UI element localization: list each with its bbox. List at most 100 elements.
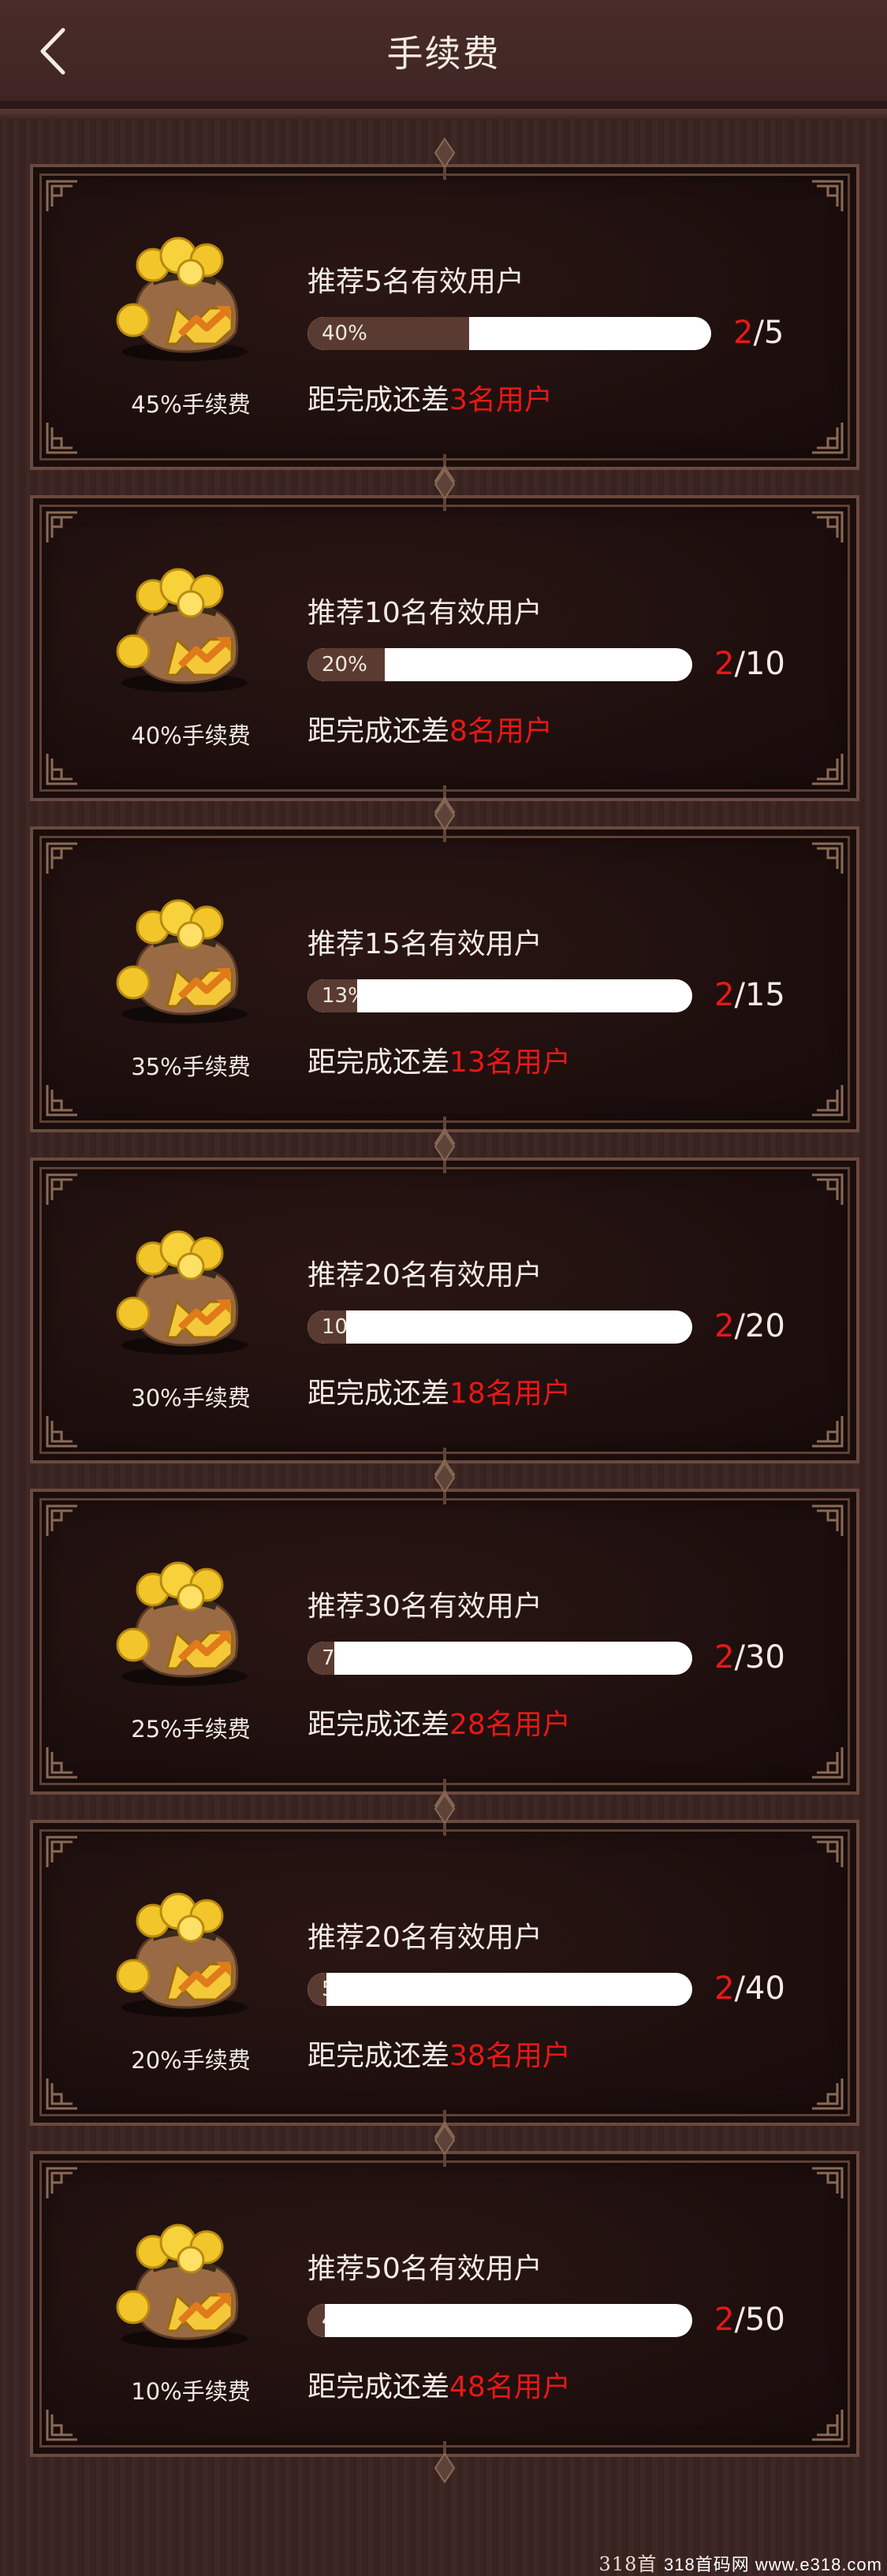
corner-ornament-icon xyxy=(809,509,845,546)
progress-row: 40% 2/5 xyxy=(307,312,812,352)
remaining-highlight: 13名用户 xyxy=(449,1046,571,1079)
corner-ornament-icon xyxy=(44,1413,80,1449)
corner-ornament-icon xyxy=(44,751,80,787)
remaining-text: 距完成还差3名用户 xyxy=(307,377,553,418)
progress-count: 2/10 xyxy=(714,643,785,684)
progress-row: 20% 2/10 xyxy=(307,643,812,683)
fee-rate-label: 10%手续费 xyxy=(131,2378,251,2405)
task-title: 推荐15名有效用户 xyxy=(307,928,542,960)
progress-bar-track: 5% xyxy=(307,1973,692,2006)
page-title: 手续费 xyxy=(386,32,501,75)
progress-bar-track: 20% xyxy=(307,648,692,681)
corner-ornament-icon xyxy=(809,1834,845,1870)
progress-row: 10% 2/20 xyxy=(307,1306,812,1345)
remaining-text: 距完成还差13名用户 xyxy=(307,1039,571,1080)
corner-ornament-icon xyxy=(809,841,845,877)
watermark-url: 318首码网 www.e318.com xyxy=(664,2555,882,2574)
corner-ornament-icon xyxy=(809,178,845,214)
task-title: 推荐5名有效用户 xyxy=(307,266,524,298)
ornament-diamond-icon xyxy=(433,2440,457,2484)
fee-rate-label: 20%手续费 xyxy=(131,2047,251,2074)
remaining-prefix: 距完成还差 xyxy=(307,715,450,747)
ornament-diamond-icon xyxy=(433,468,457,513)
remaining-text: 距完成还差18名用户 xyxy=(307,1370,571,1411)
done-count: 2 xyxy=(714,2302,735,2338)
total-count: /15 xyxy=(734,977,785,1013)
fee-rate-label: 45%手续费 xyxy=(131,391,251,418)
done-count: 2 xyxy=(714,1308,735,1344)
remaining-text: 距完成还差8名用户 xyxy=(307,708,553,749)
progress-bar-fill: 20% xyxy=(307,648,385,681)
total-count: /30 xyxy=(734,1639,785,1676)
remaining-prefix: 距完成还差 xyxy=(307,2040,450,2072)
app-header: 手续费 xyxy=(0,0,887,120)
total-count: /10 xyxy=(734,646,785,682)
reward-tier-card: 25%手续费 推荐30名有效用户 7% 2/30 距完成还差28名用户 xyxy=(30,1462,859,1821)
done-count: 2 xyxy=(714,646,735,682)
task-title: 推荐20名有效用户 xyxy=(307,1922,542,1954)
gold-coin-bag-icon xyxy=(106,1558,263,1692)
gold-coin-bag-icon xyxy=(106,233,263,367)
watermark-text: 318首 xyxy=(598,2553,658,2575)
corner-ornament-icon xyxy=(809,751,845,787)
remaining-highlight: 28名用户 xyxy=(449,1709,571,1741)
remaining-text: 距完成还差38名用户 xyxy=(307,2033,571,2074)
corner-ornament-icon xyxy=(809,2406,845,2443)
fee-rate-label: 25%手续费 xyxy=(131,1716,251,1743)
remaining-prefix: 距完成还差 xyxy=(307,384,450,416)
reward-tier-card: 35%手续费 推荐15名有效用户 13% 2/15 距完成还差13名用户 xyxy=(30,800,859,1159)
remaining-highlight: 18名用户 xyxy=(449,1377,571,1410)
done-count: 2 xyxy=(714,1639,735,1676)
ornament-diamond-icon xyxy=(433,1462,457,1506)
progress-row: 13% 2/15 xyxy=(307,975,812,1014)
total-count: /20 xyxy=(734,1308,785,1344)
remaining-highlight: 38名用户 xyxy=(449,2040,571,2072)
gold-coin-bag-icon xyxy=(106,1889,263,2023)
progress-count: 2/20 xyxy=(714,1306,785,1347)
reward-tier-card: 45%手续费 推荐5名有效用户 40% 2/5 距完成还差3名用户 xyxy=(30,137,859,497)
progress-bar-fill: 4% xyxy=(307,2304,325,2337)
corner-ornament-icon xyxy=(809,1172,845,1208)
ornament-diamond-icon xyxy=(433,2124,457,2168)
progress-count: 2/50 xyxy=(714,2299,785,2340)
fee-rate-label: 30%手续费 xyxy=(131,1385,251,1411)
corner-ornament-icon xyxy=(809,1413,845,1449)
progress-bar-track: 7% xyxy=(307,1642,692,1675)
corner-ornament-icon xyxy=(44,509,80,546)
progress-bar-fill: 40% xyxy=(307,317,469,350)
done-count: 2 xyxy=(733,315,754,351)
fee-rate-label: 40%手续费 xyxy=(131,722,251,749)
remaining-highlight: 3名用户 xyxy=(449,384,553,416)
gold-coin-bag-icon xyxy=(106,2220,263,2354)
progress-bar-track: 13% xyxy=(307,979,692,1012)
corner-ornament-icon xyxy=(809,1744,845,1780)
corner-ornament-icon xyxy=(809,1082,845,1118)
ornament-diamond-icon xyxy=(433,1793,457,1837)
gold-coin-bag-icon xyxy=(106,896,263,1030)
total-count: /40 xyxy=(734,1970,785,2007)
corner-ornament-icon xyxy=(44,841,80,877)
progress-row: 7% 2/30 xyxy=(307,1637,812,1676)
progress-bar-fill: 13% xyxy=(307,979,357,1012)
task-title: 推荐30名有效用户 xyxy=(307,1590,542,1623)
remaining-prefix: 距完成还差 xyxy=(307,1377,450,1410)
done-count: 2 xyxy=(714,977,735,1013)
gold-coin-bag-icon xyxy=(106,1227,263,1361)
progress-bar-fill: 7% xyxy=(307,1642,334,1675)
corner-ornament-icon xyxy=(44,178,80,214)
remaining-text: 距完成还差28名用户 xyxy=(307,1702,571,1743)
corner-ornament-icon xyxy=(809,419,845,456)
corner-ornament-icon xyxy=(44,2406,80,2443)
progress-row: 5% 2/40 xyxy=(307,1968,812,2007)
remaining-text: 距完成还差48名用户 xyxy=(307,2364,571,2405)
corner-ornament-icon xyxy=(809,2165,845,2201)
corner-ornament-icon xyxy=(44,1172,80,1208)
watermark: 318首 318首码网 www.e318.com xyxy=(599,2548,882,2576)
reward-tier-list: 45%手续费 推荐5名有效用户 40% 2/5 距完成还差3名用户 40%手续费… xyxy=(30,137,859,2484)
progress-bar-fill: 5% xyxy=(307,1973,326,2006)
remaining-prefix: 距完成还差 xyxy=(307,2371,450,2403)
total-count: /50 xyxy=(734,2302,785,2338)
task-title: 推荐50名有效用户 xyxy=(307,2253,542,2285)
remaining-prefix: 距完成还差 xyxy=(307,1709,450,1741)
done-count: 2 xyxy=(714,1970,735,2007)
